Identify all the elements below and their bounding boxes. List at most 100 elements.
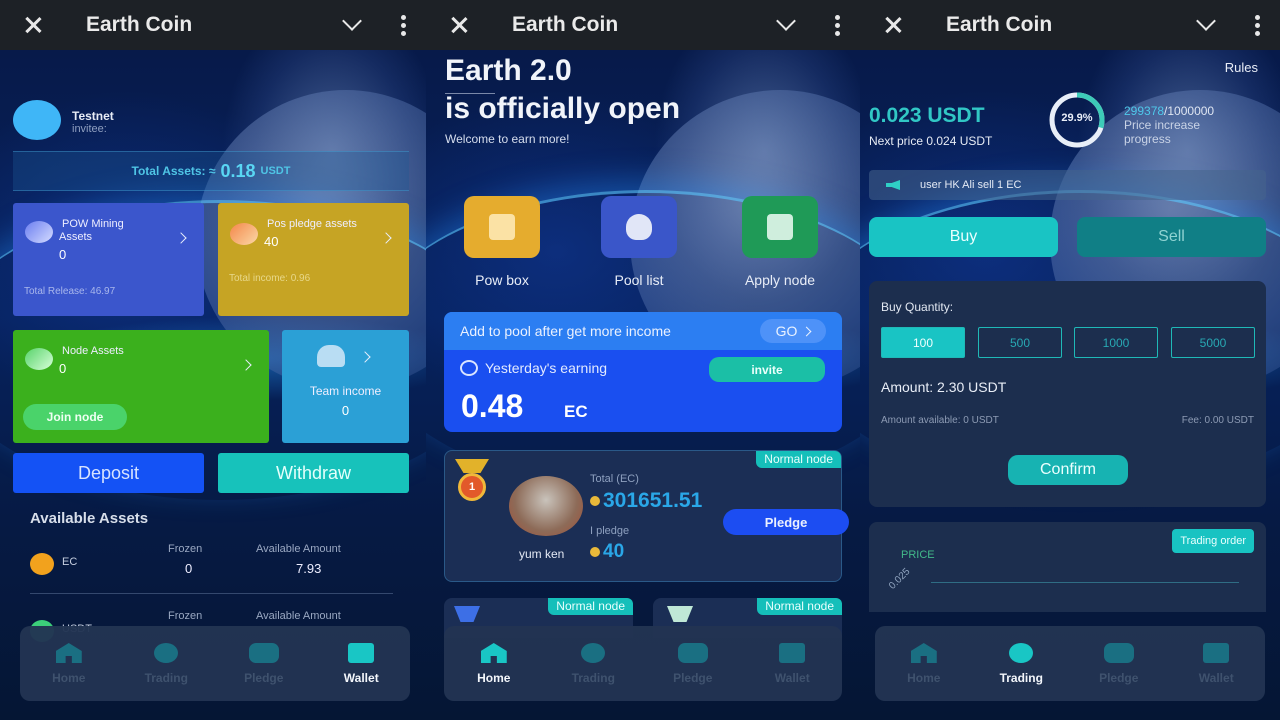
pow-box-action[interactable]: Pow box [464,196,540,288]
tab-pledge[interactable]: Pledge [643,626,743,701]
rank-medal-icon [454,606,480,622]
app-top-bar: Earth Coin [0,0,426,50]
chevron-down-icon[interactable] [342,11,362,31]
wallet-icon [779,643,806,663]
pow-value: 0 [59,247,67,262]
total-assets-bar: Total Assets: ≈ 0.18 USDT [13,151,409,191]
close-icon[interactable] [449,15,469,35]
tab-wallet[interactable]: Wallet [313,626,411,701]
team-value: 0 [341,403,350,418]
total-label: Total (EC) [590,473,639,485]
pledge-amount: 40 [603,541,625,562]
pool-banner: Add to pool after get more income GO [444,312,842,350]
node-assets-card[interactable]: Node Assets 0 Join node [13,330,269,443]
tab-trading[interactable]: Trading [118,626,216,701]
apply-node-action[interactable]: Apply node [742,196,818,288]
node-card[interactable]: Normal node 1 yum ken Total (EC) 301651.… [444,450,849,582]
total-value: 301651.51 [590,489,702,513]
trading-order-button[interactable]: Trading order [1172,529,1254,553]
app-title: Earth Coin [512,13,619,36]
tab-wallet[interactable]: Wallet [1168,626,1266,701]
sell-tab[interactable]: Sell [1077,217,1266,257]
rules-link[interactable]: Rules [1225,60,1258,75]
caption-line-2: progress [1124,132,1171,146]
earning-value: 0.48 [461,388,524,424]
quantity-option[interactable]: 100 [881,327,965,358]
confirm-button[interactable]: Confirm [1008,455,1128,485]
pledge-value: 40 [590,541,624,563]
pos-value: 40 [264,234,279,249]
more-vertical-icon[interactable] [401,14,406,36]
total-assets-label: Total Assets: ≈ [131,164,216,178]
avatar[interactable] [13,100,61,140]
close-icon[interactable] [23,15,43,35]
tab-trading[interactable]: Trading [544,626,644,701]
pow-mining-card[interactable]: POW Mining Assets 0 Total Release: 46.97 [13,203,204,316]
wallet-screen: Earth Coin Testnet invitee: Total Assets… [0,0,426,720]
action-label: Pool list [614,272,664,288]
total-amount: 301651.51 [603,489,703,512]
tab-label: Pledge [244,671,284,685]
join-node-button[interactable]: Join node [23,404,127,430]
trade-ticker: user HK Ali sell 1 EC [869,170,1266,200]
chevron-down-icon[interactable] [776,11,796,31]
withdraw-button[interactable]: Withdraw [218,453,409,493]
action-label: Apply node [744,272,816,288]
tab-label: Wallet [774,671,810,685]
progress-count: 299378/1000000 [1124,104,1214,118]
invite-button[interactable]: invite [709,357,825,382]
tab-pledge[interactable]: Pledge [1070,626,1168,701]
pool-list-action[interactable]: Pool list [601,196,677,288]
buy-tab[interactable]: Buy [869,217,1058,257]
user-name: Testnet [72,109,114,123]
chevron-right-icon [359,351,371,363]
tab-label: Home [477,671,511,685]
yesterday-earning: Yesterday's earning [460,360,607,376]
pos-title: Pos pledge assets [267,218,357,230]
pool-banner-text: Add to pool after get more income [460,323,671,339]
total-assets-unit: USDT [260,165,291,177]
available-assets-title: Available Assets [30,510,149,527]
buy-quantity-label: Buy Quantity: [881,300,954,314]
y-tick-label: 0.025 [887,566,913,592]
hero-title-line-1: Earth 2.0 [445,54,572,87]
team-income-card[interactable]: Team income 0 [282,330,409,443]
quantity-option[interactable]: 1000 [1074,327,1158,358]
coin-icon [590,496,600,506]
earning-unit: EC [564,402,588,421]
pledge-icon [677,643,708,663]
quantity-option[interactable]: 5000 [1171,327,1255,358]
frozen-value: 0 [185,561,193,576]
close-icon[interactable] [883,15,903,35]
trading-icon [581,643,606,663]
tab-wallet[interactable]: Wallet [743,626,843,701]
pos-pledge-card[interactable]: Pos pledge assets 40 Total income: 0.96 [218,203,409,316]
bottom-tab-bar: Home Trading Pledge Wallet [875,626,1265,701]
bank-icon [230,223,258,245]
speaker-icon [886,180,900,190]
tab-label: Pledge [1099,671,1139,685]
deposit-button[interactable]: Deposit [13,453,204,493]
tab-home[interactable]: Home [444,626,544,701]
tab-label: Home [52,671,86,685]
tab-label: Trading [571,671,615,685]
trading-icon [1009,643,1034,663]
trophy-icon [601,196,677,258]
tab-label: Home [907,671,941,685]
chart-gridline [931,582,1239,583]
chevron-right-icon [240,359,252,371]
app-top-bar: Earth Coin [426,0,860,50]
chevron-down-icon[interactable] [1196,11,1216,31]
tab-trading[interactable]: Trading [973,626,1071,701]
tab-home[interactable]: Home [875,626,973,701]
tab-pledge[interactable]: Pledge [215,626,313,701]
more-vertical-icon[interactable] [1255,14,1260,36]
more-vertical-icon[interactable] [835,14,840,36]
quantity-option[interactable]: 500 [978,327,1062,358]
go-button[interactable]: GO [760,319,826,343]
frozen-label: Frozen [168,543,203,555]
chart-cloud-icon [25,348,53,370]
asset-row-ec[interactable]: EC Frozen 0 Available Amount 7.93 [30,543,395,603]
pledge-button[interactable]: Pledge [723,509,849,535]
tab-home[interactable]: Home [20,626,118,701]
